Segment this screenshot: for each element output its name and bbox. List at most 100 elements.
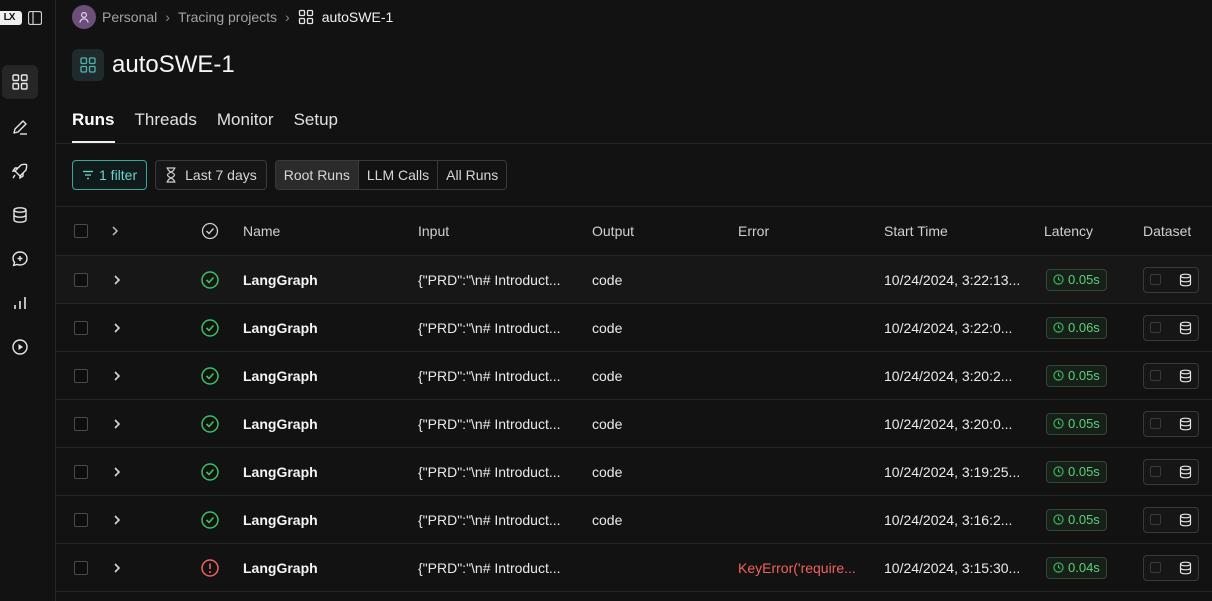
add-to-dataset-checkbox[interactable]	[1150, 274, 1161, 285]
run-type-root-runs[interactable]: Root Runs	[275, 161, 359, 189]
table-row[interactable]: LangGraph {"PRD":"\n# Introduct... code 10/…	[56, 256, 1212, 304]
clock-icon	[1053, 370, 1064, 381]
run-input: {"PRD":"\n# Introduct...	[418, 511, 561, 528]
breadcrumb-project[interactable]: autoSWE-1	[298, 9, 393, 25]
table-row[interactable]: LangGraph {"PRD":"\n# Introduct... code 10/…	[56, 400, 1212, 448]
run-type-llm-calls[interactable]: LLM Calls	[359, 161, 439, 189]
langsmith-logo[interactable]: LX	[0, 11, 22, 25]
breadcrumb-workspace[interactable]: Personal	[102, 9, 157, 25]
run-name[interactable]: LangGraph	[243, 352, 318, 399]
row-checkbox[interactable]	[74, 352, 88, 399]
column-header-latency[interactable]: Latency	[1044, 207, 1093, 255]
table-row[interactable]: LangGraph {"PRD":"\n# Introduct... code 10/…	[56, 304, 1212, 352]
datasets-icon[interactable]	[2, 198, 38, 232]
run-start-time: 10/24/2024, 3:22:0...	[884, 319, 1013, 336]
clock-icon	[1053, 274, 1064, 285]
user-icon	[79, 11, 89, 23]
run-name[interactable]: LangGraph	[243, 256, 318, 303]
dataset-cell[interactable]	[1143, 496, 1199, 543]
projects-icon[interactable]	[2, 65, 38, 99]
table-row[interactable]: LangGraph {"PRD":"\n# Introduct... code 10/…	[56, 352, 1212, 400]
dataset-cell[interactable]	[1143, 304, 1199, 351]
expand-row-icon[interactable]	[112, 304, 122, 351]
database-icon[interactable]	[1179, 417, 1192, 431]
filter-button[interactable]: 1 filter	[72, 160, 148, 190]
playground-play-icon[interactable]	[2, 330, 38, 364]
expand-row-icon[interactable]	[112, 496, 122, 543]
database-icon[interactable]	[1179, 513, 1192, 527]
expand-row-icon[interactable]	[112, 544, 122, 591]
run-start-time: 10/24/2024, 3:20:2...	[884, 367, 1013, 384]
dataset-cell[interactable]	[1143, 400, 1199, 447]
row-checkbox[interactable]	[74, 304, 88, 351]
run-input: {"PRD":"\n# Introduct...	[418, 319, 561, 336]
run-name[interactable]: LangGraph	[243, 496, 318, 543]
table-row[interactable]: LangGraph {"PRD":"\n# Introduct... KeyErro…	[56, 544, 1212, 592]
row-checkbox[interactable]	[74, 544, 88, 591]
tab-setup[interactable]: Setup	[294, 110, 338, 143]
expand-row-icon[interactable]	[112, 352, 122, 399]
expand-row-icon[interactable]	[112, 448, 122, 495]
success-status-icon	[200, 400, 220, 447]
database-icon[interactable]	[1179, 273, 1192, 287]
dataset-cell[interactable]	[1143, 352, 1199, 399]
run-start-time: 10/24/2024, 3:15:30...	[884, 559, 1021, 576]
database-icon[interactable]	[1179, 561, 1192, 575]
runs-toolbar: 1 filter Last 7 days Root Runs LLM Calls…	[72, 160, 508, 190]
add-to-dataset-checkbox[interactable]	[1150, 322, 1161, 333]
table-header: Name Input Output Error Start Time Laten…	[56, 206, 1212, 256]
latency-value: 0.04s	[1068, 560, 1100, 575]
column-header-output[interactable]: Output	[592, 207, 634, 255]
database-icon[interactable]	[1179, 321, 1192, 335]
row-checkbox[interactable]	[74, 256, 88, 303]
panel-toggle-icon[interactable]	[28, 11, 42, 25]
table-row[interactable]: LangGraph {"PRD":"\n# Introduct... code 10/…	[56, 448, 1212, 496]
prompts-chat-icon[interactable]	[2, 242, 38, 276]
select-all-checkbox[interactable]	[74, 207, 88, 255]
rail-top: LX	[0, 9, 56, 27]
column-header-error[interactable]: Error	[738, 207, 769, 255]
expand-row-icon[interactable]	[112, 256, 122, 303]
table-row[interactable]: LangGraph {"PRD":"\n# Introduct... code 10/…	[56, 496, 1212, 544]
add-to-dataset-checkbox[interactable]	[1150, 562, 1161, 573]
run-type-all-runs[interactable]: All Runs	[438, 161, 506, 189]
breadcrumb-section[interactable]: Tracing projects	[178, 9, 277, 25]
avatar[interactable]	[72, 5, 96, 29]
dataset-cell[interactable]	[1143, 256, 1199, 303]
run-output: code	[592, 319, 623, 336]
database-icon[interactable]	[1179, 465, 1192, 479]
annotate-icon[interactable]	[2, 110, 38, 144]
add-to-dataset-checkbox[interactable]	[1150, 370, 1161, 381]
add-to-dataset-checkbox[interactable]	[1150, 514, 1161, 525]
expand-all-icon[interactable]	[110, 207, 120, 255]
latency-badge: 0.05s	[1046, 256, 1107, 303]
row-checkbox[interactable]	[74, 496, 88, 543]
latency-value: 0.06s	[1068, 320, 1100, 335]
date-range-button[interactable]: Last 7 days	[155, 160, 267, 190]
clock-icon	[1053, 466, 1064, 477]
dataset-cell[interactable]	[1143, 544, 1199, 591]
tab-threads[interactable]: Threads	[135, 110, 197, 143]
row-checkbox[interactable]	[74, 400, 88, 447]
column-header-name[interactable]: Name	[243, 207, 280, 255]
monitoring-chart-icon[interactable]	[2, 286, 38, 320]
tab-runs[interactable]: Runs	[72, 110, 115, 143]
filter-icon	[83, 170, 93, 180]
run-name[interactable]: LangGraph	[243, 544, 318, 591]
clock-icon	[1053, 562, 1064, 573]
tab-monitor[interactable]: Monitor	[217, 110, 274, 143]
run-error: KeyError('require...	[738, 559, 856, 576]
run-name[interactable]: LangGraph	[243, 448, 318, 495]
row-checkbox[interactable]	[74, 448, 88, 495]
dataset-cell[interactable]	[1143, 448, 1199, 495]
add-to-dataset-checkbox[interactable]	[1150, 466, 1161, 477]
add-to-dataset-checkbox[interactable]	[1150, 418, 1161, 429]
run-name[interactable]: LangGraph	[243, 304, 318, 351]
expand-row-icon[interactable]	[112, 400, 122, 447]
database-icon[interactable]	[1179, 369, 1192, 383]
run-name[interactable]: LangGraph	[243, 400, 318, 447]
column-header-input[interactable]: Input	[418, 207, 449, 255]
column-header-start-time[interactable]: Start Time	[884, 207, 948, 255]
deploy-rocket-icon[interactable]	[2, 154, 38, 188]
column-header-dataset[interactable]: Dataset	[1143, 207, 1191, 255]
